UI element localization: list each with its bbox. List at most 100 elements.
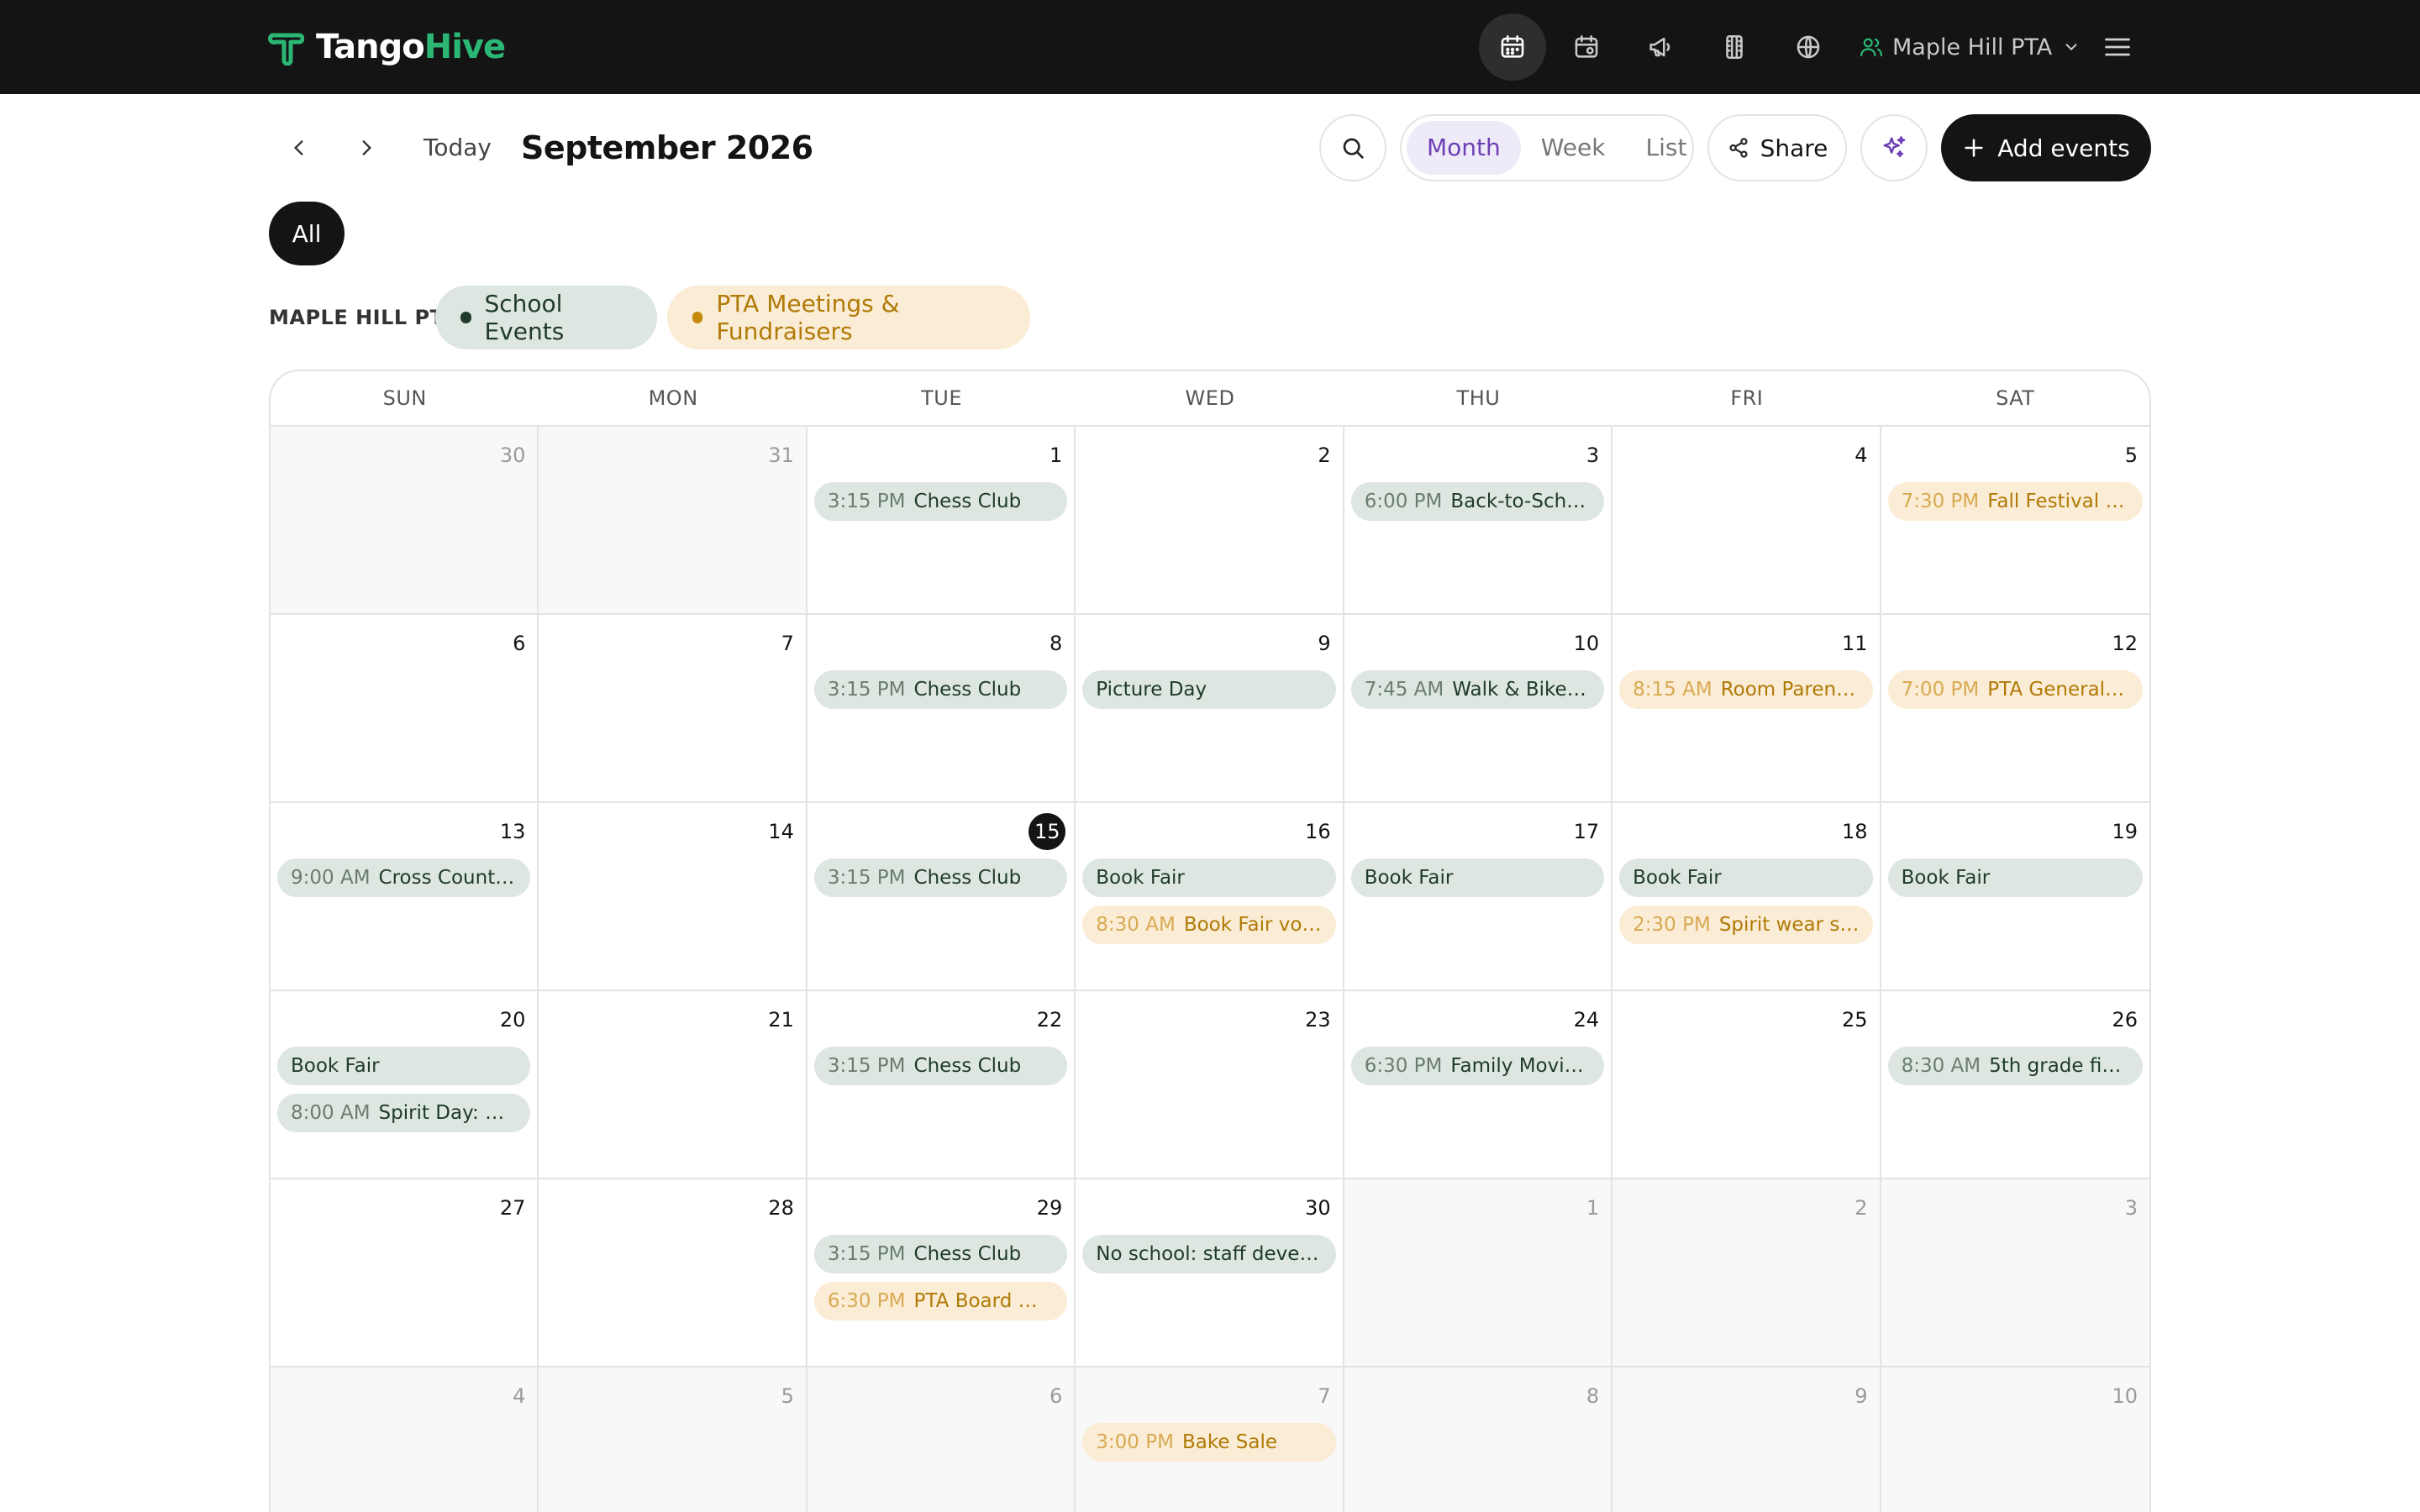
day-cell[interactable]: 6	[807, 1368, 1076, 1512]
day-cell[interactable]: 3	[1881, 1179, 2149, 1368]
day-cell[interactable]: 10	[1881, 1368, 2149, 1512]
day-cell[interactable]: 18 Book Fair 2:30 PM Spirit wear sale	[1612, 803, 1881, 991]
nav-events-button[interactable]	[1553, 13, 1620, 81]
event-pill[interactable]: 6:00 PM Back-to-Scho…	[1350, 482, 1605, 521]
day-cell[interactable]: 1	[1344, 1179, 1613, 1368]
day-cell[interactable]: 28	[539, 1179, 808, 1368]
filter-all-chip[interactable]: All	[269, 202, 345, 265]
day-cell[interactable]: 27	[271, 1179, 539, 1368]
day-cell[interactable]: 4	[271, 1368, 539, 1512]
day-cell[interactable]: 10 7:45 AM Walk & Bike to …	[1344, 615, 1613, 803]
event-title: Chess Club	[913, 867, 1022, 889]
event-time: 8:30 AM	[1096, 914, 1176, 936]
day-cell[interactable]: 2	[1612, 1179, 1881, 1368]
day-cell[interactable]: 24 6:30 PM Family Movie N…	[1344, 991, 1613, 1179]
today-button[interactable]: Today	[415, 126, 500, 170]
event-title: Spirit wear sale	[1718, 914, 1860, 936]
event-title: Chess Club	[913, 491, 1022, 512]
day-number: 1	[1586, 1196, 1600, 1220]
add-events-button[interactable]: Add events	[1941, 114, 2151, 181]
event-pill[interactable]: 9:00 AM Cross Country …	[277, 858, 531, 897]
event-pill[interactable]: 7:45 AM Walk & Bike to …	[1350, 670, 1605, 709]
day-cell[interactable]: 16 Book Fair 8:30 AM Book Fair volu…	[1076, 803, 1344, 991]
day-cell[interactable]: 5 7:30 PM Fall Festival pla…	[1881, 427, 2149, 615]
day-cell[interactable]: 7 3:00 PM Bake Sale	[1076, 1368, 1344, 1512]
day-cell[interactable]: 20 Book Fair 8:00 AM Spirit Day: wea…	[271, 991, 539, 1179]
day-cell[interactable]: 8 3:15 PM Chess Club	[807, 615, 1076, 803]
event-pill[interactable]: 6:30 PM PTA Board me…	[813, 1282, 1068, 1320]
event-pill[interactable]: Book Fair	[1350, 858, 1605, 897]
nav-calendar-button[interactable]	[1479, 13, 1546, 81]
day-number: 3	[1586, 444, 1600, 467]
nav-media-button[interactable]	[1701, 13, 1768, 81]
day-cell[interactable]: 26 8:30 AM 5th grade field …	[1881, 991, 2149, 1179]
day-cell[interactable]: 30	[271, 427, 539, 615]
day-cell[interactable]: 9 Picture Day	[1076, 615, 1344, 803]
day-cell[interactable]: 11 8:15 AM Room Parent c…	[1612, 615, 1881, 803]
day-cell[interactable]: 2	[1076, 427, 1344, 615]
next-month-button[interactable]	[345, 126, 388, 170]
view-week-tab[interactable]: Week	[1521, 121, 1626, 175]
share-button[interactable]: Share	[1707, 114, 1847, 181]
search-button[interactable]	[1319, 114, 1386, 181]
day-cell[interactable]: 25	[1612, 991, 1881, 1179]
event-pill[interactable]: 3:15 PM Chess Club	[813, 1235, 1068, 1273]
event-pill[interactable]: Book Fair	[1619, 858, 1873, 897]
day-cell[interactable]: 29 3:15 PM Chess Club 6:30 PM PTA Board me…	[807, 1179, 1076, 1368]
event-pill[interactable]: 7:30 PM Fall Festival pla…	[1887, 482, 2143, 521]
day-cell[interactable]: 19 Book Fair	[1881, 803, 2149, 991]
day-cell[interactable]: 6	[271, 615, 539, 803]
nav-public-site-button[interactable]	[1775, 13, 1842, 81]
day-cell[interactable]: 21	[539, 991, 808, 1179]
day-cell[interactable]: 4	[1612, 427, 1881, 615]
event-pill[interactable]: 8:00 AM Spirit Day: wea…	[277, 1094, 531, 1132]
event-pill[interactable]: No school: staff develo…	[1082, 1235, 1336, 1273]
day-cell[interactable]: 9	[1612, 1368, 1881, 1512]
day-cell[interactable]: 8	[1344, 1368, 1613, 1512]
event-pill[interactable]: 3:00 PM Bake Sale	[1082, 1423, 1336, 1462]
day-cell[interactable]: 1 3:15 PM Chess Club	[807, 427, 1076, 615]
filter-school-events-chip[interactable]: School Events	[435, 286, 657, 349]
day-cell[interactable]: 15 3:15 PM Chess Club	[807, 803, 1076, 991]
event-pill[interactable]: 2:30 PM Spirit wear sale	[1619, 906, 1873, 944]
event-pill[interactable]: Picture Day	[1082, 670, 1336, 709]
org-switcher[interactable]: Maple Hill PTA	[1859, 25, 2081, 69]
day-events: 7:00 PM PTA General M…	[1887, 670, 2143, 717]
day-cell[interactable]: 14	[539, 803, 808, 991]
day-cell[interactable]: 12 7:00 PM PTA General M…	[1881, 615, 2149, 803]
day-cell[interactable]: 3 6:00 PM Back-to-Scho…	[1344, 427, 1613, 615]
ai-assistant-button[interactable]	[1860, 114, 1928, 181]
day-cell[interactable]: 22 3:15 PM Chess Club	[807, 991, 1076, 1179]
event-pill[interactable]: 3:15 PM Chess Club	[813, 858, 1068, 897]
event-pill[interactable]: 7:00 PM PTA General M…	[1887, 670, 2143, 709]
brand-logo-link[interactable]: TangoHive	[267, 24, 506, 71]
event-pill[interactable]: Book Fair	[1082, 858, 1336, 897]
event-pill[interactable]: 8:30 AM Book Fair volu…	[1082, 906, 1336, 944]
view-list-tab[interactable]: List	[1625, 121, 1707, 175]
chevron-left-icon	[293, 140, 303, 155]
main-menu-button[interactable]	[2096, 22, 2139, 72]
users-icon	[1860, 38, 1882, 57]
nav-announcements-button[interactable]	[1627, 13, 1694, 81]
event-pill[interactable]: 6:30 PM Family Movie N…	[1350, 1047, 1605, 1085]
filter-pta-meetings-chip[interactable]: PTA Meetings & Fundraisers	[667, 286, 1030, 349]
day-events: 6:00 PM Back-to-Scho…	[1350, 482, 1605, 529]
day-cell[interactable]: 17 Book Fair	[1344, 803, 1613, 991]
event-pill[interactable]: Book Fair	[277, 1047, 531, 1085]
day-cell[interactable]: 13 9:00 AM Cross Country …	[271, 803, 539, 991]
prev-month-button[interactable]	[277, 126, 321, 170]
day-cell[interactable]: 7	[539, 615, 808, 803]
event-pill[interactable]: 8:30 AM 5th grade field …	[1887, 1047, 2143, 1085]
day-number: 7	[781, 632, 794, 655]
day-cell[interactable]: 31	[539, 427, 808, 615]
day-cell[interactable]: 5	[539, 1368, 808, 1512]
event-pill[interactable]: 3:15 PM Chess Club	[813, 482, 1068, 521]
day-cell[interactable]: 30 No school: staff develo…	[1076, 1179, 1344, 1368]
event-pill[interactable]: 8:15 AM Room Parent c…	[1619, 670, 1873, 709]
calendar-grid: 30 31 1 3:15 PM Chess Club 2 3 6:00 PM Back-to-S…	[271, 427, 2149, 1512]
event-pill[interactable]: Book Fair	[1887, 858, 2143, 897]
event-pill[interactable]: 3:15 PM Chess Club	[813, 1047, 1068, 1085]
view-month-tab[interactable]: Month	[1407, 121, 1521, 175]
day-cell[interactable]: 23	[1076, 991, 1344, 1179]
event-pill[interactable]: 3:15 PM Chess Club	[813, 670, 1068, 709]
